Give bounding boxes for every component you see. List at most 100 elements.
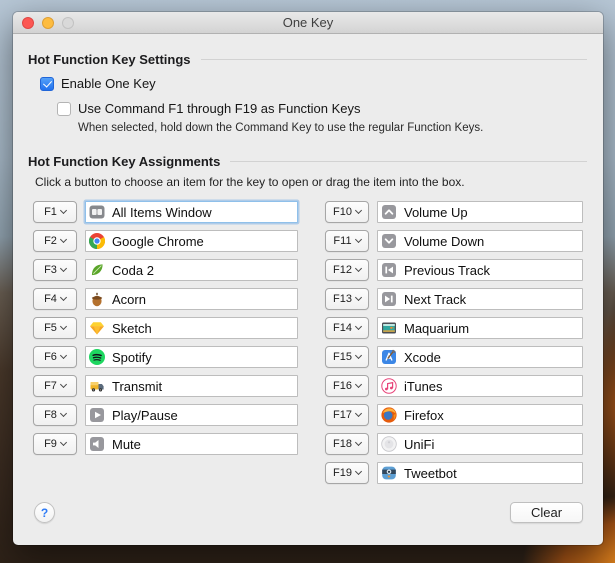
- sketch-icon: [89, 320, 105, 336]
- hotkey-row: F18 UniFi: [325, 433, 583, 455]
- close-button-icon[interactable]: [22, 17, 34, 29]
- chevron-down-icon: [355, 323, 362, 330]
- assignment-box[interactable]: Mute: [85, 433, 298, 455]
- assignment-box[interactable]: Volume Down: [377, 230, 583, 252]
- assignment-label: Volume Up: [404, 205, 468, 220]
- fkey-dropdown[interactable]: F16: [325, 375, 369, 397]
- fkey-label: F6: [44, 351, 57, 363]
- assignment-label: Transmit: [112, 379, 162, 394]
- fkey-dropdown[interactable]: F1: [33, 201, 77, 223]
- settings-section-title: Hot Function Key Settings: [28, 52, 191, 67]
- hotkey-column-right: F10 Volume Up F11 Volume Down F12: [325, 201, 583, 484]
- assignment-box[interactable]: Acorn: [85, 288, 298, 310]
- transmit-icon: [89, 378, 105, 394]
- fkey-dropdown[interactable]: F13: [325, 288, 369, 310]
- clear-button[interactable]: Clear: [510, 502, 583, 523]
- fkey-dropdown[interactable]: F2: [33, 230, 77, 252]
- fkey-dropdown[interactable]: F3: [33, 259, 77, 281]
- assignment-box[interactable]: All Items Window: [85, 201, 298, 223]
- enable-one-key-label: Enable One Key: [61, 76, 156, 91]
- assignment-label: Acorn: [112, 292, 146, 307]
- assignment-box[interactable]: iTunes: [377, 375, 583, 397]
- assignment-label: Volume Down: [404, 234, 484, 249]
- hotkey-row: F3 Coda 2: [33, 259, 298, 281]
- assignment-box[interactable]: Tweetbot: [377, 462, 583, 484]
- fkey-dropdown[interactable]: F15: [325, 346, 369, 368]
- assignment-label: Spotify: [112, 350, 152, 365]
- chevron-down-icon: [60, 236, 67, 243]
- assignment-box[interactable]: Google Chrome: [85, 230, 298, 252]
- fkey-dropdown[interactable]: F10: [325, 201, 369, 223]
- hotkey-row: F12 Previous Track: [325, 259, 583, 281]
- enable-one-key-checkbox[interactable]: [40, 77, 54, 91]
- traffic-lights: [22, 17, 74, 29]
- fkey-dropdown[interactable]: F9: [33, 433, 77, 455]
- assignment-box[interactable]: Xcode: [377, 346, 583, 368]
- fkey-label: F14: [333, 322, 352, 334]
- assignments-instructions: Click a button to choose an item for the…: [35, 175, 465, 189]
- fkey-dropdown[interactable]: F8: [33, 404, 77, 426]
- assignment-label: Next Track: [404, 292, 466, 307]
- chevron-down-icon: [355, 468, 362, 475]
- unifi-icon: [381, 436, 397, 452]
- chevron-down-icon: [60, 323, 67, 330]
- fkey-label: F5: [44, 322, 57, 334]
- assignment-box[interactable]: Sketch: [85, 317, 298, 339]
- fkey-dropdown[interactable]: F18: [325, 433, 369, 455]
- command-note: When selected, hold down the Command Key…: [78, 122, 483, 134]
- spotify-icon: [89, 349, 105, 365]
- window-title: One Key: [283, 15, 334, 30]
- assignment-label: Sketch: [112, 321, 152, 336]
- assignment-box[interactable]: UniFi: [377, 433, 583, 455]
- assignment-box[interactable]: Firefox: [377, 404, 583, 426]
- fkey-dropdown[interactable]: F14: [325, 317, 369, 339]
- hotkey-row: F9 Mute: [33, 433, 298, 455]
- fkey-dropdown[interactable]: F17: [325, 404, 369, 426]
- fkey-dropdown[interactable]: F6: [33, 346, 77, 368]
- use-command-checkbox[interactable]: [57, 102, 71, 116]
- chevron-down-icon: [355, 439, 362, 446]
- hotkey-row: F17 Firefox: [325, 404, 583, 426]
- assignment-box[interactable]: Coda 2: [85, 259, 298, 281]
- hotkey-row: F5 Sketch: [33, 317, 298, 339]
- assignment-box[interactable]: Next Track: [377, 288, 583, 310]
- hotkey-row: F16 iTunes: [325, 375, 583, 397]
- assignment-box[interactable]: Maquarium: [377, 317, 583, 339]
- fkey-dropdown[interactable]: F12: [325, 259, 369, 281]
- assignment-box[interactable]: Transmit: [85, 375, 298, 397]
- assignment-box[interactable]: Play/Pause: [85, 404, 298, 426]
- fkey-dropdown[interactable]: F4: [33, 288, 77, 310]
- volume-down-icon: [381, 233, 397, 249]
- fkey-label: F8: [44, 409, 57, 421]
- fkey-dropdown[interactable]: F19: [325, 462, 369, 484]
- zoom-button-icon: [62, 17, 74, 29]
- one-key-window: One Key Hot Function Key Settings Enable…: [13, 12, 603, 545]
- hotkey-row: F4 Acorn: [33, 288, 298, 310]
- tweetbot-icon: [381, 465, 397, 481]
- maquarium-icon: [381, 320, 397, 336]
- help-button[interactable]: ?: [34, 502, 55, 523]
- chevron-down-icon: [60, 439, 67, 446]
- hotkey-row: F13 Next Track: [325, 288, 583, 310]
- chevron-down-icon: [60, 381, 67, 388]
- assignment-box[interactable]: Previous Track: [377, 259, 583, 281]
- volume-up-icon: [381, 204, 397, 220]
- assignment-label: Previous Track: [404, 263, 490, 278]
- assignment-box[interactable]: Spotify: [85, 346, 298, 368]
- assignment-box[interactable]: Volume Up: [377, 201, 583, 223]
- fkey-dropdown[interactable]: F7: [33, 375, 77, 397]
- fkey-dropdown[interactable]: F5: [33, 317, 77, 339]
- fkey-label: F13: [333, 293, 352, 305]
- assignment-label: All Items Window: [112, 205, 212, 220]
- fkey-dropdown[interactable]: F11: [325, 230, 369, 252]
- minimize-button-icon[interactable]: [42, 17, 54, 29]
- hotkey-column-left: F1 All Items Window F2 Google Chrome F3: [33, 201, 298, 455]
- use-command-label: Use Command F1 through F19 as Function K…: [78, 101, 361, 116]
- chevron-down-icon: [355, 236, 362, 243]
- enable-one-key-row: Enable One Key: [40, 76, 156, 91]
- chevron-down-icon: [355, 265, 362, 272]
- fkey-label: F7: [44, 380, 57, 392]
- assignment-label: Tweetbot: [404, 466, 457, 481]
- titlebar[interactable]: One Key: [13, 12, 603, 34]
- divider: [201, 59, 588, 60]
